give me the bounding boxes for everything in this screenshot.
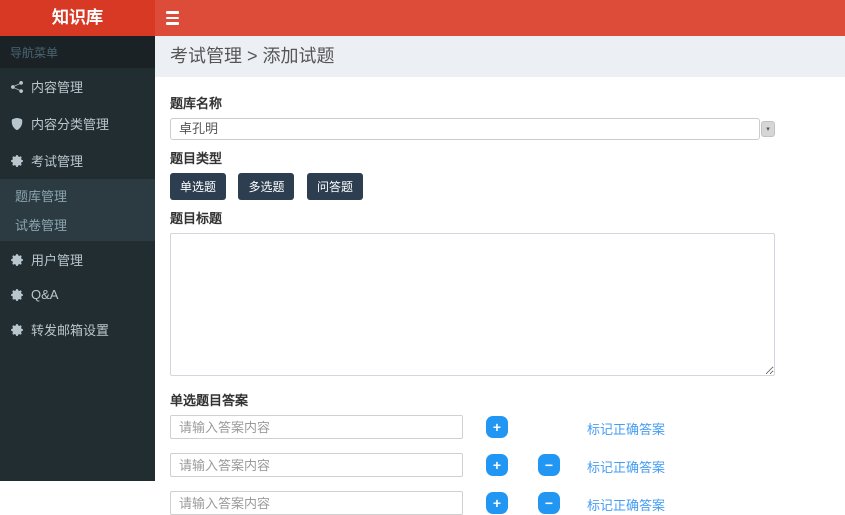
add-answer-button[interactable]: + bbox=[486, 416, 508, 438]
remove-answer-button[interactable]: − bbox=[538, 454, 560, 476]
gear-icon bbox=[10, 253, 24, 266]
share-icon bbox=[10, 80, 24, 93]
answer-input[interactable] bbox=[170, 415, 463, 439]
question-bank-label: 题库名称 bbox=[170, 96, 223, 111]
sidebar-item-label: 用户管理 bbox=[31, 253, 84, 268]
sidebar-item-label: 内容分类管理 bbox=[31, 117, 110, 132]
sidebar-section-label: 导航菜单 bbox=[0, 36, 155, 68]
add-question-form: 题库名称 卓孔明 ▾ 题目类型 单选题 多选题 问答题 题目标题 单选题目答案 … bbox=[155, 77, 845, 515]
question-title-label: 题目标题 bbox=[170, 211, 223, 226]
sidebar-subitem-test-paper-management[interactable]: 试卷管理 bbox=[0, 210, 155, 239]
single-choice-answers-label: 单选题目答案 bbox=[170, 393, 249, 408]
question-title-textarea[interactable] bbox=[170, 233, 775, 376]
add-answer-button[interactable]: + bbox=[486, 454, 508, 476]
chevron-down-icon[interactable]: ▾ bbox=[761, 121, 775, 137]
top-navbar: 知识库 bbox=[0, 0, 845, 36]
single-choice-button[interactable]: 单选题 bbox=[170, 173, 227, 200]
sidebar-item-forward-mailbox-settings[interactable]: 转发邮箱设置 bbox=[0, 311, 155, 348]
app-logo[interactable]: 知识库 bbox=[0, 0, 155, 36]
add-answer-button[interactable]: + bbox=[486, 492, 508, 514]
question-type-buttons: 单选题 多选题 问答题 bbox=[170, 173, 830, 200]
answer-input[interactable] bbox=[170, 491, 463, 515]
sidebar-item-label: 转发邮箱设置 bbox=[31, 323, 110, 338]
main-content: 考试管理 > 添加试题 题库名称 卓孔明 ▾ 题目类型 单选题 多选题 问答题 … bbox=[155, 36, 845, 515]
sidebar-item-exam-management[interactable]: 考试管理 bbox=[0, 142, 155, 179]
hamburger-icon[interactable] bbox=[166, 0, 200, 36]
sidebar-item-user-management[interactable]: 用户管理 bbox=[0, 241, 155, 278]
question-bank-selected-value: 卓孔明 bbox=[170, 118, 760, 140]
question-type-label: 题目类型 bbox=[170, 151, 223, 166]
sidebar-item-label: Q&A bbox=[31, 287, 59, 302]
remove-answer-button[interactable]: − bbox=[538, 492, 560, 514]
answer-row: + 标记正确答案 bbox=[170, 415, 830, 439]
answer-row: + − 标记正确答案 bbox=[170, 453, 830, 477]
sidebar-subitem-question-bank-management[interactable]: 题库管理 bbox=[0, 181, 155, 210]
qa-question-button[interactable]: 问答题 bbox=[306, 173, 363, 200]
sidebar-item-content-management[interactable]: 内容管理 bbox=[0, 68, 155, 105]
mark-correct-answer-link[interactable]: 标记正确答案 bbox=[587, 495, 665, 514]
sidebar-item-content-category-management[interactable]: 内容分类管理 bbox=[0, 105, 155, 142]
sidebar-item-label: 内容管理 bbox=[31, 80, 84, 95]
gear-icon bbox=[10, 154, 24, 167]
question-bank-select[interactable]: 卓孔明 ▾ bbox=[170, 118, 775, 140]
gear-icon bbox=[10, 288, 24, 301]
sidebar-item-qa[interactable]: Q&A bbox=[0, 278, 155, 311]
exam-management-submenu: 题库管理 试卷管理 bbox=[0, 179, 155, 241]
sidebar-item-label: 考试管理 bbox=[31, 154, 84, 169]
answer-input[interactable] bbox=[170, 453, 463, 477]
gear-icon bbox=[10, 323, 24, 336]
breadcrumb: 考试管理 > 添加试题 bbox=[155, 36, 845, 77]
answer-row: + − 标记正确答案 bbox=[170, 491, 830, 515]
multiple-choice-button[interactable]: 多选题 bbox=[238, 173, 295, 200]
mark-correct-answer-link[interactable]: 标记正确答案 bbox=[587, 457, 665, 476]
sidebar: 导航菜单 内容管理 内容分类管理 考试管理 题库管理 试卷管理 用户管理 Q&A… bbox=[0, 36, 155, 481]
mark-correct-answer-link[interactable]: 标记正确答案 bbox=[587, 419, 665, 438]
shield-icon bbox=[10, 117, 24, 130]
